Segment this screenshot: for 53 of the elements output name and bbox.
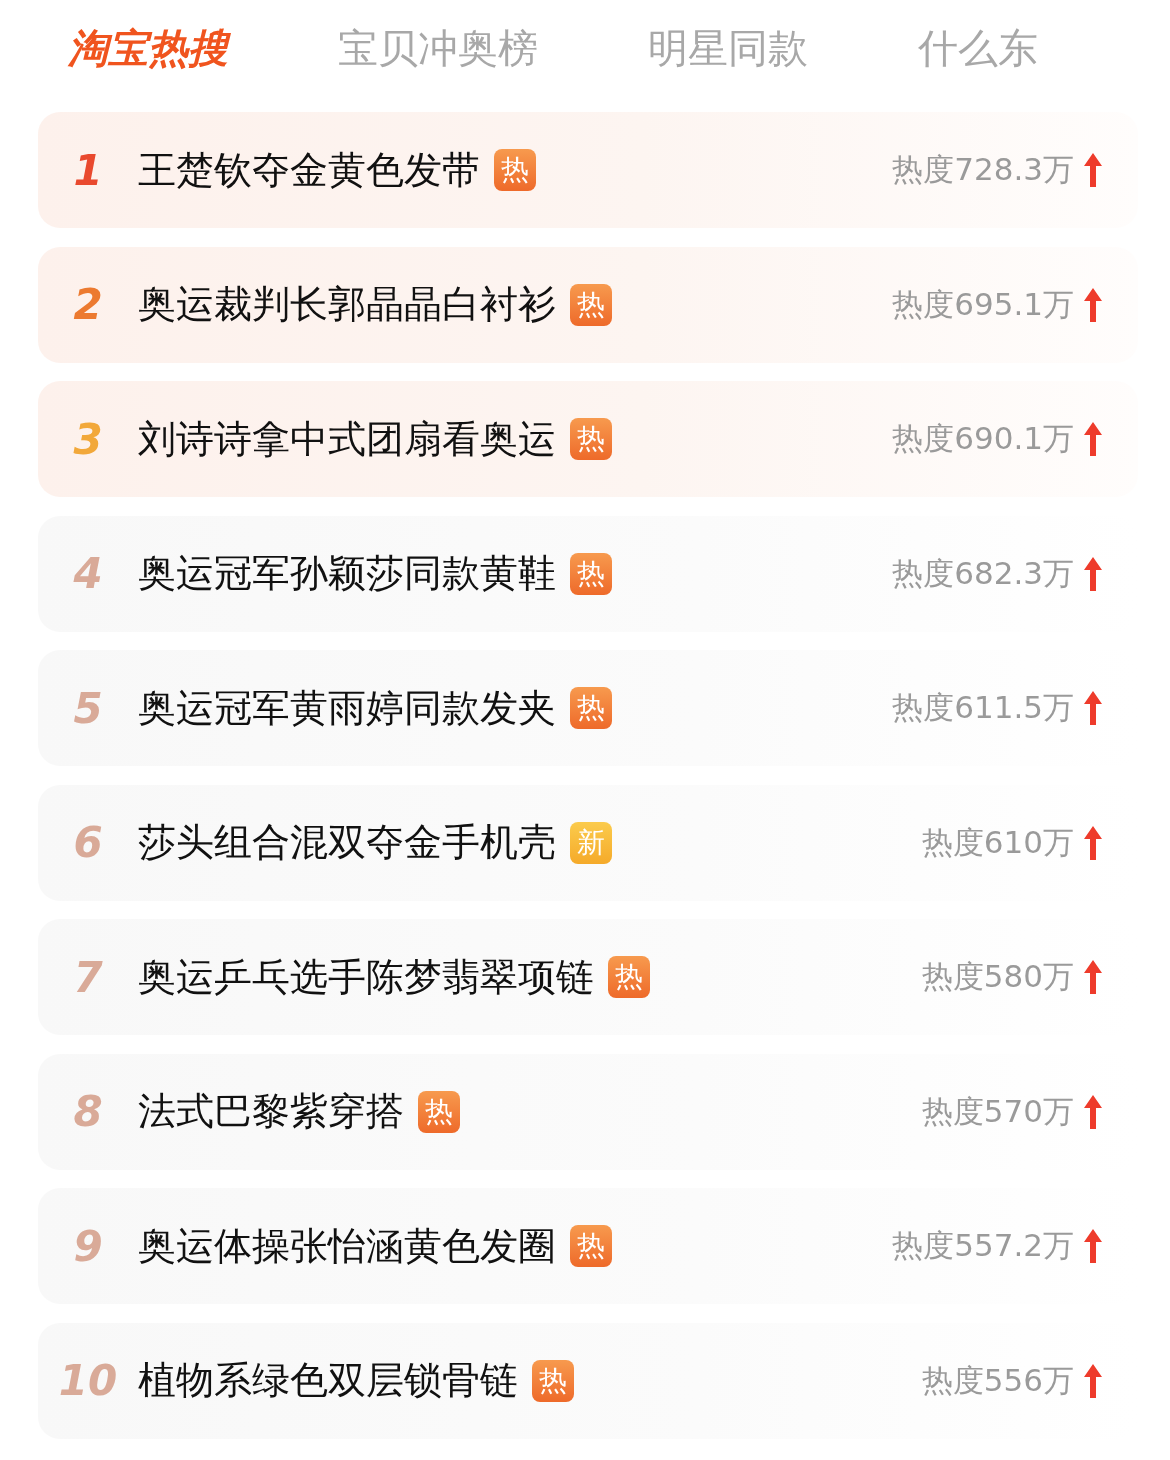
heat-value: 热度611.5万 [892, 688, 1074, 727]
hot-badge: 热 [608, 956, 650, 998]
heat-value: 热度580万 [921, 957, 1074, 996]
hot-badge: 热 [418, 1090, 460, 1133]
heat-value: 热度610万 [921, 822, 1074, 862]
heat-value: 热度690.1万 [892, 419, 1074, 458]
up-arrow-icon [1084, 153, 1102, 187]
up-arrow-icon [1084, 1229, 1102, 1263]
rank-number: 3 [72, 414, 104, 464]
heat-value: 热度556万 [921, 1360, 1074, 1400]
item-title: 莎头组合混双夺金手机壳 [138, 819, 556, 866]
heat-value: 热度695.1万 [892, 284, 1074, 324]
up-arrow-icon [1084, 287, 1102, 322]
rank-number: 6 [72, 818, 104, 867]
item-title: 奥运冠军黄雨婷同款发夹 [138, 684, 556, 732]
rank-number: 2 [72, 280, 104, 329]
item-title: 刘诗诗拿中式团扇看奥运 [138, 415, 556, 463]
hot-badge: 热 [570, 552, 612, 595]
rank-number: 4 [72, 549, 104, 598]
rank-number: 9 [72, 1221, 104, 1271]
up-arrow-icon [1084, 422, 1102, 456]
item-title: 王楚钦夺金黄色发带 [138, 146, 480, 194]
item-title: 奥运体操张怡涵黄色发圈 [138, 1222, 556, 1270]
list-row[interactable]: 2 奥运裁判长郭晶晶白衬衫 热 热度695.1万 [38, 246, 1138, 363]
heat-value: 热度570万 [921, 1091, 1074, 1131]
rank-number: 10 [57, 1356, 119, 1405]
new-badge: 新 [570, 821, 612, 864]
hot-badge: 热 [532, 1359, 574, 1402]
item-title: 法式巴黎紫穿搭 [138, 1088, 404, 1135]
item-title: 奥运裁判长郭晶晶白衬衫 [138, 281, 556, 328]
list-row[interactable]: 1 王楚钦夺金黄色发带 热 热度728.3万 [38, 112, 1138, 228]
up-arrow-icon [1084, 825, 1102, 860]
item-title: 奥运乒乓选手陈梦翡翠项链 [138, 953, 594, 1001]
up-arrow-icon [1084, 556, 1102, 591]
list-row[interactable]: 3 刘诗诗拿中式团扇看奥运 热 热度690.1万 [38, 381, 1138, 497]
hot-badge: 热 [494, 149, 536, 191]
item-title: 奥运冠军孙颖莎同款黄鞋 [138, 550, 556, 597]
up-arrow-icon [1084, 1363, 1102, 1398]
heat-value: 热度682.3万 [892, 553, 1074, 593]
heat-value: 热度728.3万 [892, 150, 1074, 189]
rank-number: 5 [72, 683, 104, 733]
item-title: 植物系绿色双层锁骨链 [138, 1357, 518, 1404]
hot-badge: 热 [570, 418, 612, 460]
heat-value: 热度557.2万 [892, 1226, 1074, 1265]
rank-number: 7 [72, 952, 104, 1002]
up-arrow-icon [1084, 960, 1102, 994]
rank-number: 8 [72, 1087, 104, 1136]
rank-number: 1 [72, 145, 104, 195]
hot-badge: 热 [570, 1225, 612, 1267]
hot-badge: 热 [570, 687, 612, 729]
up-arrow-icon [1084, 1094, 1102, 1129]
hot-badge: 热 [570, 283, 612, 326]
up-arrow-icon [1084, 691, 1102, 725]
